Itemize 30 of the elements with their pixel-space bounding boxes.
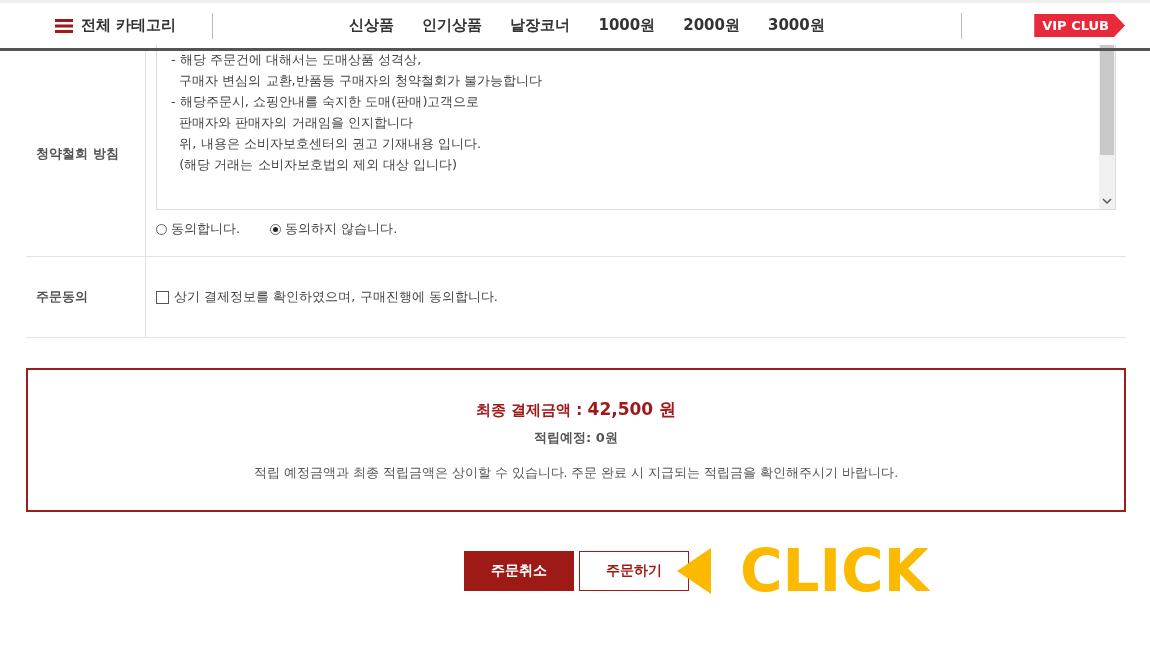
agreement-checkbox-option[interactable]: 상기 결제정보를 확인하였으며, 구매진행에 동의합니다. xyxy=(156,257,1116,337)
menu-icon[interactable] xyxy=(55,18,73,33)
nav-link[interactable]: 3000원 xyxy=(768,16,825,35)
policy-line: 위, 내용은 소비자보호센터의 권고 기재내용 입니다. xyxy=(178,135,483,153)
checkbox[interactable] xyxy=(156,290,169,304)
points-notice: 적립 예정금액과 최종 적립금액은 상이할 수 있습니다. 주문 완료 시 지급되는 적립금을 확인해주시기 바랍니다. xyxy=(253,465,899,482)
chevron-down-icon[interactable] xyxy=(1102,198,1112,205)
place-order-button[interactable]: 주문하기 xyxy=(579,551,689,591)
category-menu-link[interactable]: 전체 카테고리 xyxy=(81,16,177,35)
cancel-order-button[interactable]: 주문취소 xyxy=(464,551,574,591)
policy-line: (해당 거래는 소비자보호법의 제외 대상 입니다) xyxy=(178,156,459,174)
row-label: 청약철회 방침 xyxy=(36,144,119,163)
nav-link[interactable]: 낱장코너 xyxy=(510,16,571,35)
nav-link[interactable]: 신상품 xyxy=(349,16,395,35)
radio-option[interactable]: 동의합니다. xyxy=(156,220,241,238)
expected-points: 적립예정: 0원 xyxy=(534,429,618,447)
policy-line: - 해당주문시, 쇼핑안내를 숙지한 도매(판매)고객으로 xyxy=(171,93,481,111)
vip-club-badge[interactable]: VIP CLUB xyxy=(1034,14,1125,37)
pointer-arrow-icon xyxy=(677,548,711,594)
nav-link[interactable]: 2000원 xyxy=(683,16,740,35)
radio-option[interactable]: 동의하지 않습니다. xyxy=(270,220,398,238)
row-label: 주문동의 xyxy=(36,288,88,306)
policy-line: 판매자와 판매자의 거래임을 인지합니다 xyxy=(178,114,414,132)
policy-line: - 해당 주문건에 대해서는 도매상품 성격상, xyxy=(171,51,423,69)
nav-link[interactable]: 인기상품 xyxy=(422,16,483,35)
click-label: CLICK xyxy=(740,542,929,600)
nav-link[interactable]: 1000원 xyxy=(598,16,656,35)
final-payment-amount: 최종 결제금액 : 42,500 원 xyxy=(475,398,677,421)
scrollbar[interactable] xyxy=(1099,45,1115,209)
policy-line: 구매자 변심의 교환,반품등 구매자의 청약철회가 불가능합니다 xyxy=(178,72,544,90)
